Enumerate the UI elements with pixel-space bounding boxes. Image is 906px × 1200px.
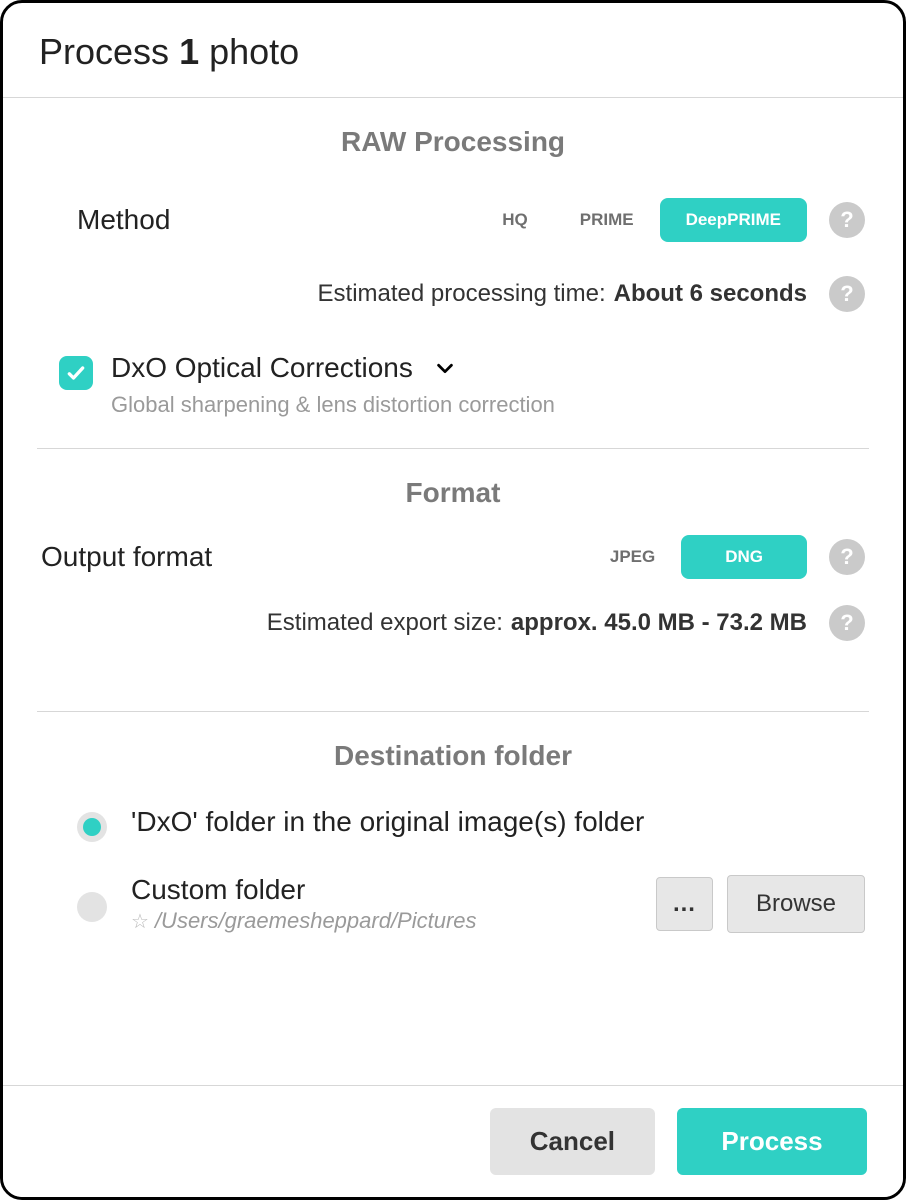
- export-size-value: approx. 45.0 MB - 73.2 MB: [511, 609, 807, 637]
- method-option-prime[interactable]: PRIME: [554, 198, 660, 242]
- processing-time-label: Estimated processing time:: [318, 280, 606, 308]
- optical-corrections-row: DxO Optical Corrections Global sharpenin…: [3, 352, 903, 418]
- title-suffix: photo: [209, 31, 299, 72]
- cancel-button[interactable]: Cancel: [490, 1108, 655, 1175]
- format-option-jpeg[interactable]: JPEG: [584, 535, 681, 579]
- optical-corrections-sub: Global sharpening & lens distortion corr…: [111, 392, 555, 418]
- destination-option-custom-row: Custom folder ☆ /Users/graemesheppard/Pi…: [3, 874, 903, 934]
- method-row: Method HQ PRIME DeepPRIME ?: [3, 198, 903, 242]
- browse-button[interactable]: Browse: [727, 875, 865, 933]
- method-label: Method: [77, 204, 170, 236]
- ellipsis-button[interactable]: ...: [656, 877, 713, 931]
- dialog-title: Process 1 photo: [39, 31, 867, 73]
- export-size-row: Estimated export size: approx. 45.0 MB -…: [3, 605, 903, 641]
- method-option-deepprime[interactable]: DeepPRIME: [660, 198, 807, 242]
- output-format-label: Output format: [41, 541, 212, 573]
- destination-option-dxo-row: 'DxO' folder in the original image(s) fo…: [3, 806, 903, 842]
- help-icon[interactable]: ?: [829, 539, 865, 575]
- divider: [37, 448, 869, 449]
- title-count: 1: [179, 31, 199, 72]
- radio-dxo-label: 'DxO' folder in the original image(s) fo…: [131, 806, 865, 838]
- output-format-row: Output format JPEG DNG ?: [3, 535, 903, 579]
- processing-time-value: About 6 seconds: [614, 280, 807, 308]
- radio-custom-folder[interactable]: [77, 892, 107, 922]
- chevron-down-icon[interactable]: [433, 356, 457, 380]
- processing-time-row: Estimated processing time: About 6 secon…: [3, 276, 903, 312]
- format-option-dng[interactable]: DNG: [681, 535, 807, 579]
- method-segmented: HQ PRIME DeepPRIME: [476, 198, 807, 242]
- radio-custom-label: Custom folder: [131, 874, 656, 906]
- help-icon[interactable]: ?: [829, 202, 865, 238]
- method-option-hq[interactable]: HQ: [476, 198, 554, 242]
- format-segmented: JPEG DNG: [584, 535, 807, 579]
- process-dialog: Process 1 photo RAW Processing Method HQ…: [0, 0, 906, 1200]
- optical-corrections-label: DxO Optical Corrections: [111, 352, 413, 384]
- section-title-raw: RAW Processing: [3, 126, 903, 158]
- dialog-content[interactable]: RAW Processing Method HQ PRIME DeepPRIME…: [3, 98, 903, 1085]
- star-icon: ☆: [131, 909, 149, 934]
- help-icon[interactable]: ?: [829, 276, 865, 312]
- radio-dxo-folder[interactable]: [77, 812, 107, 842]
- section-title-destination: Destination folder: [3, 740, 903, 772]
- help-icon[interactable]: ?: [829, 605, 865, 641]
- process-button[interactable]: Process: [677, 1108, 867, 1175]
- dialog-header: Process 1 photo: [3, 3, 903, 98]
- title-prefix: Process: [39, 31, 169, 72]
- section-title-format: Format: [3, 477, 903, 509]
- custom-path: /Users/graemesheppard/Pictures: [155, 908, 477, 934]
- export-size-label: Estimated export size:: [267, 609, 503, 637]
- optical-corrections-checkbox[interactable]: [59, 356, 93, 390]
- divider: [37, 711, 869, 712]
- dialog-footer: Cancel Process: [3, 1085, 903, 1197]
